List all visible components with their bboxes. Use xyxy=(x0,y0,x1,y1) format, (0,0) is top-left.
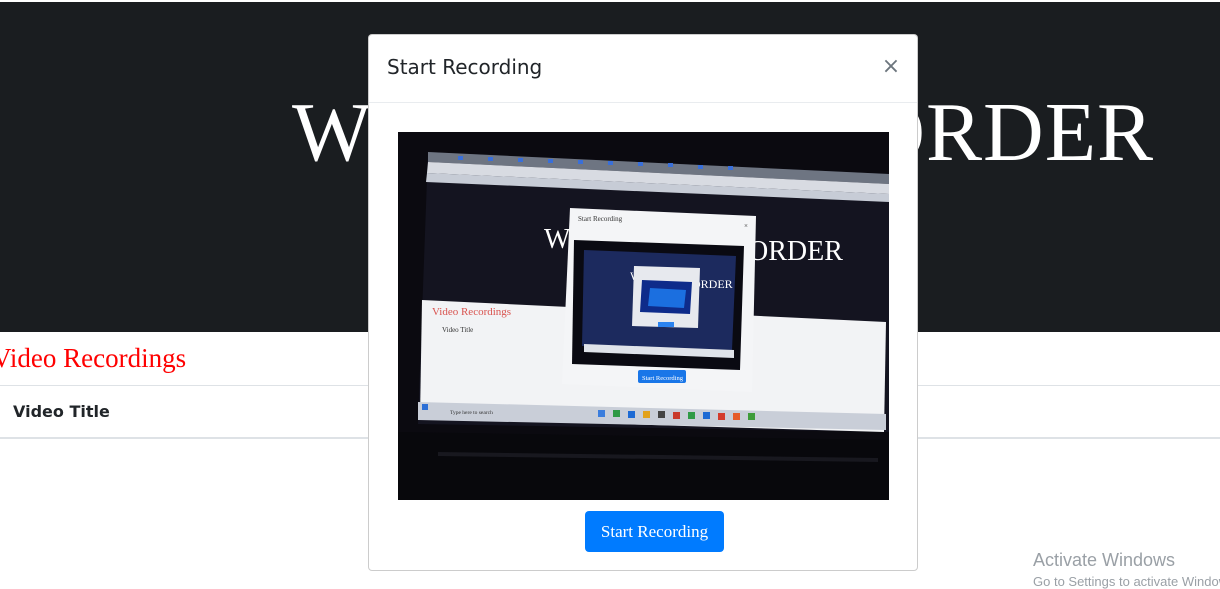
video-title-header: Video Title xyxy=(13,402,110,421)
modal-title: Start Recording xyxy=(387,55,543,79)
activate-windows-subtext: Go to Settings to activate Windows. xyxy=(1033,574,1220,589)
inner-hero-left: W xyxy=(544,224,571,255)
recording-modal: Start Recording × W ORDER Video Recordin… xyxy=(368,34,918,571)
activate-windows-watermark: Activate Windows xyxy=(1033,550,1176,570)
inner-section-heading: Video Recordings xyxy=(432,306,511,318)
close-icon[interactable]: × xyxy=(877,53,905,81)
webcam-preview: W ORDER Video Recordings Video Title Sta… xyxy=(398,132,889,500)
modal-header: Start Recording × xyxy=(369,35,917,103)
inner-start-button-label: Start Recording xyxy=(642,375,684,382)
inner-taskbar-search: Type here to search xyxy=(450,410,493,416)
webcam-feed-image: W ORDER Video Recordings Video Title Sta… xyxy=(398,132,889,500)
inner-close-icon: × xyxy=(744,222,748,230)
inner-dialog-title: Start Recording xyxy=(578,215,623,223)
video-recordings-heading: Video Recordings xyxy=(0,343,187,373)
inner-hero-right: ORDER xyxy=(748,236,843,267)
inner-table-header: Video Title xyxy=(442,326,473,334)
start-recording-button[interactable]: Start Recording xyxy=(585,511,724,552)
